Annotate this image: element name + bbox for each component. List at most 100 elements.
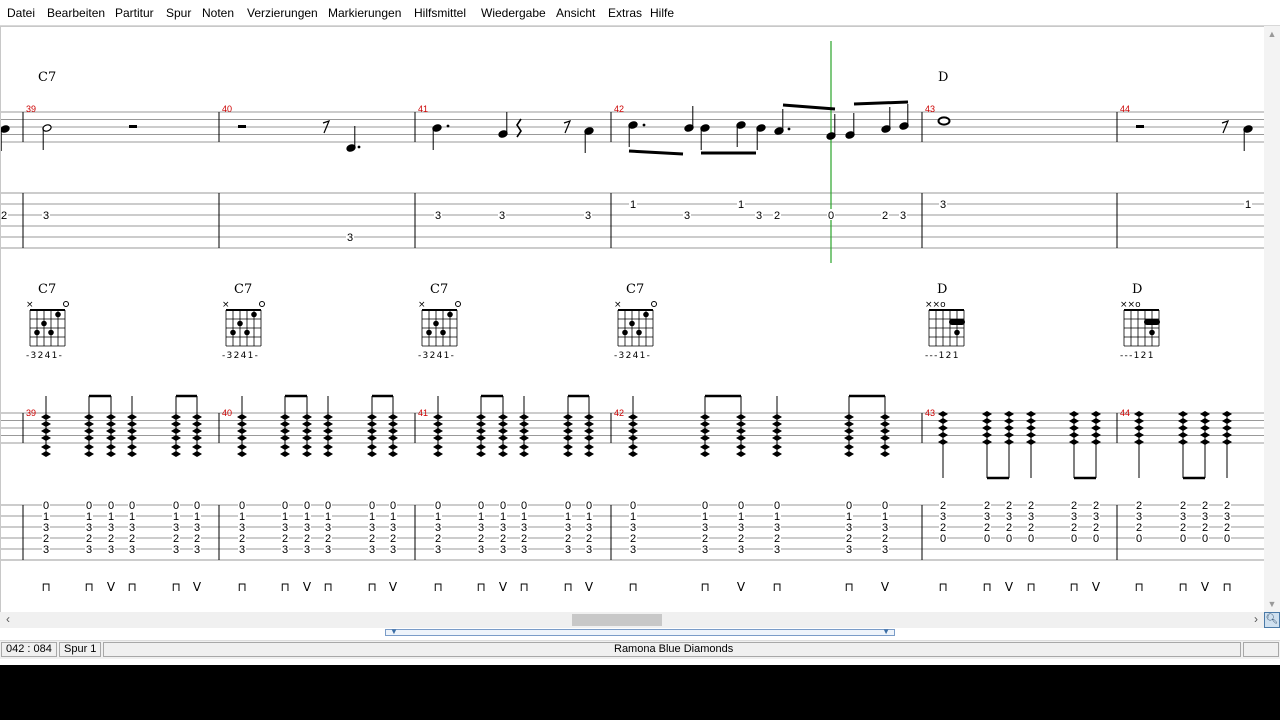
half-rest	[129, 125, 137, 128]
tab-number: 0	[1136, 533, 1142, 545]
menu-wiedergabe[interactable]: Wiedergabe	[481, 6, 546, 20]
status-position: 042 : 084	[1, 642, 57, 657]
menu-verzierungen[interactable]: Verzierungen	[247, 6, 318, 20]
tab-number: 3	[500, 544, 506, 556]
downstroke-icon: ⊓	[772, 580, 781, 594]
downstroke-icon: ⊓	[171, 580, 180, 594]
tab-number: 3	[499, 210, 505, 222]
chord-name: C7	[38, 70, 56, 85]
note-dot	[787, 127, 791, 131]
splitter-left-arrow-icon[interactable]: ▼	[390, 627, 398, 636]
downstroke-icon: ⊓	[237, 580, 246, 594]
measure-number: 43	[925, 408, 935, 418]
note-dot	[446, 124, 450, 128]
menu-hilfe[interactable]: Hilfe	[650, 6, 674, 20]
menu-partitur[interactable]: Partitur	[115, 6, 154, 20]
menu-extras[interactable]: Extras	[608, 6, 642, 20]
tab-number: 1	[630, 199, 636, 211]
tab-number: 0	[940, 533, 946, 545]
note-beam	[782, 103, 836, 111]
chord-name: D	[1132, 282, 1142, 297]
panel-splitter[interactable]: ▼ ▼	[385, 627, 895, 636]
status-bar: 042 : 084 Spur 1 Ramona Blue Diamonds	[0, 640, 1280, 659]
finger-dot	[1149, 329, 1155, 336]
tab-number: 0	[1093, 533, 1099, 545]
tab-number: 3	[846, 544, 852, 556]
half-rest	[238, 125, 246, 128]
measure-number: 39	[26, 408, 36, 418]
horizontal-scrollbar[interactable]: ‹ ›	[0, 612, 1264, 628]
upstroke-icon: V	[389, 580, 398, 594]
measure-number: 44	[1120, 104, 1130, 114]
tab-number: 3	[129, 544, 135, 556]
upstroke-icon: V	[1201, 580, 1210, 594]
scroll-down-icon[interactable]: ▼	[1264, 596, 1280, 612]
tab-number: 0	[1202, 533, 1208, 545]
finger-dot	[41, 320, 47, 327]
score-view[interactable]: 39 39 40 40 41 41 42 42 43 43 44 44 C7 D 2 3 3 3 3 3 1 3 1 3 2 0 2…	[0, 26, 1265, 613]
zoom-icon[interactable]: 🔍︎	[1264, 612, 1280, 628]
scroll-right-icon[interactable]: ›	[1248, 612, 1264, 628]
downstroke-icon: ⊓	[563, 580, 572, 594]
menu-spur[interactable]: Spur	[166, 6, 191, 20]
downstroke-icon: ⊓	[367, 580, 376, 594]
tab-number: 3	[390, 544, 396, 556]
tab-number: 1	[738, 199, 744, 211]
tab-number: 3	[585, 210, 591, 222]
menu-markierungen[interactable]: Markierungen	[328, 6, 401, 20]
open-string-icon	[651, 301, 657, 307]
chord-fingering: -3241-	[26, 351, 63, 361]
note-beam	[628, 149, 684, 156]
tab-number: 3	[882, 544, 888, 556]
tab-number: 1	[1245, 199, 1251, 211]
muted-string-icon: ××o	[925, 300, 946, 310]
tab-number: 3	[684, 210, 690, 222]
menu-bearbeiten[interactable]: Bearbeiten	[47, 6, 105, 20]
finger-dot	[251, 311, 257, 318]
measure-number: 40	[222, 104, 232, 114]
chord-fingering: -3241-	[418, 351, 455, 361]
tab-number: 3	[565, 544, 571, 556]
chord-name: D	[937, 282, 947, 297]
finger-dot	[55, 311, 61, 318]
menu-noten[interactable]: Noten	[202, 6, 234, 20]
menu-hilfsmittel[interactable]: Hilfsmittel	[414, 6, 466, 20]
tab-number: 3	[194, 544, 200, 556]
tab-number: 3	[282, 544, 288, 556]
menu-ansicht[interactable]: Ansicht	[556, 6, 595, 20]
muted-string-icon: ×	[26, 300, 34, 310]
open-string-icon	[455, 301, 461, 307]
tab-number: 3	[304, 544, 310, 556]
chord-name: C7	[234, 282, 252, 297]
muted-string-icon: ××o	[1120, 300, 1141, 310]
vertical-scrollbar[interactable]: ▲ ▼	[1264, 26, 1280, 612]
app-window: Datei Bearbeiten Partitur Spur Noten Ver…	[0, 0, 1280, 665]
status-song-title: Ramona Blue Diamonds	[614, 643, 734, 655]
score-canvas[interactable]: 393940404141424243434444C7 D2 333 3 31313 2 0 2…	[1, 27, 1265, 613]
tab-number: 2	[882, 210, 888, 222]
measure-number: 40	[222, 408, 232, 418]
half-rest	[1136, 125, 1144, 128]
downstroke-icon: ⊓	[476, 580, 485, 594]
whole-note	[937, 116, 951, 126]
finger-dot	[447, 311, 453, 318]
tab-number: 3	[586, 544, 592, 556]
chord-fingering: ---121	[1120, 351, 1155, 361]
scroll-up-icon[interactable]: ▲	[1264, 26, 1280, 42]
downstroke-icon: ⊓	[1134, 580, 1143, 594]
scroll-left-icon[interactable]: ‹	[0, 612, 16, 628]
upstroke-icon: V	[107, 580, 116, 594]
finger-dot	[48, 329, 54, 336]
tab-number: 3	[756, 210, 762, 222]
downstroke-icon: ⊓	[844, 580, 853, 594]
menu-datei[interactable]: Datei	[7, 6, 35, 20]
tab-number: 0	[1224, 533, 1230, 545]
tab-number: 3	[108, 544, 114, 556]
measure-number: 41	[418, 408, 428, 418]
finger-dot	[34, 329, 40, 336]
tab-number: 3	[325, 544, 331, 556]
splitter-right-arrow-icon[interactable]: ▼	[882, 627, 890, 636]
horizontal-scroll-thumb[interactable]	[572, 614, 662, 626]
chord-name: D	[938, 70, 948, 85]
measure-number: 44	[1120, 408, 1130, 418]
